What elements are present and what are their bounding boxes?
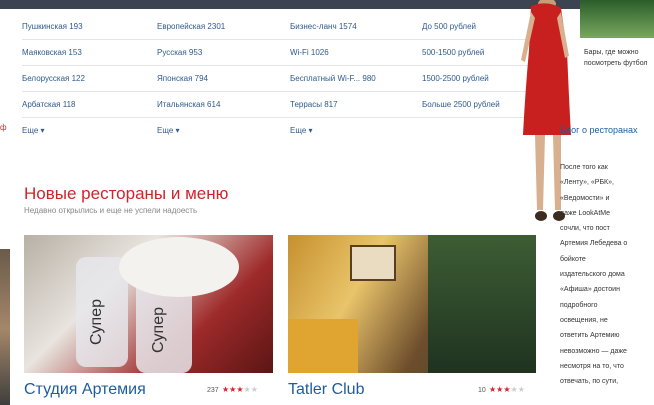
more-cuisine-link[interactable]: Еще ▾ bbox=[157, 126, 180, 135]
chevron-down-icon: ▾ bbox=[40, 126, 45, 135]
filter-row: Пушкинская 193 Европейская 2301 Бизнес-л… bbox=[22, 14, 532, 40]
filter-price[interactable]: До 500 рублей bbox=[422, 22, 476, 31]
chevron-down-icon: ▾ bbox=[175, 126, 180, 135]
filter-metro[interactable]: Белорусская 122 bbox=[22, 74, 85, 83]
blog-line: подробного bbox=[560, 301, 598, 309]
blog-line: «Ведомости» и bbox=[560, 194, 610, 202]
blog-title[interactable]: Блог о ресторанах bbox=[560, 123, 654, 137]
promo-text[interactable]: Бары, где можно посмотреть футбол bbox=[584, 47, 652, 69]
more-label: Еще bbox=[22, 126, 39, 135]
filter-cuisine[interactable]: Русская 953 bbox=[157, 48, 202, 57]
filter-feature[interactable]: Бесплатный Wi-F... 980 bbox=[290, 74, 376, 83]
rating-stars: ★★★★★ bbox=[222, 385, 258, 394]
chair-shape bbox=[288, 319, 358, 373]
blog-line: Артемия Лебедева о bbox=[560, 240, 628, 248]
star-empty-icon: ★ bbox=[243, 385, 251, 394]
blog-line: ответить Артемию bbox=[560, 332, 620, 340]
new-restaurants-title[interactable]: Новые рестораны и меню bbox=[24, 184, 228, 204]
cut-text: ф bbox=[0, 123, 7, 132]
star-empty-icon: ★ bbox=[510, 385, 518, 394]
filter-cuisine[interactable]: Итальянская 614 bbox=[157, 100, 220, 109]
left-edge-cut: ф bbox=[0, 9, 14, 405]
card-image-studiya-artemiya[interactable]: Супер Супер bbox=[24, 235, 273, 373]
left-photo-fragment bbox=[0, 249, 10, 405]
filter-price[interactable]: Больше 2500 рублей bbox=[422, 100, 500, 109]
filter-metro[interactable]: Маяковская 153 bbox=[22, 48, 82, 57]
blog-line: бойкоте bbox=[560, 255, 586, 263]
blog-line: «Ленту», «РБК», bbox=[560, 179, 614, 187]
blog-excerpt: После того как «Ленту», «РБК», «Ведомост… bbox=[560, 160, 654, 389]
more-metro-link[interactable]: Еще ▾ bbox=[22, 126, 45, 135]
review-count: 237 bbox=[207, 387, 219, 394]
glass-label: Супер bbox=[88, 298, 106, 346]
blog-line: даже LookAtMe bbox=[560, 209, 611, 217]
filter-feature[interactable]: Бизнес-ланч 1574 bbox=[290, 22, 357, 31]
filter-price[interactable]: 1500-2500 рублей bbox=[422, 74, 489, 83]
filter-row: Белорусская 122 Японская 794 Бесплатный … bbox=[22, 66, 532, 92]
blog-line: невозможно — даже bbox=[560, 347, 627, 355]
filter-metro[interactable]: Арбатская 118 bbox=[22, 100, 75, 109]
review-count: 10 bbox=[478, 387, 486, 394]
star-filled-icon: ★ bbox=[236, 385, 244, 394]
filter-cuisine[interactable]: Европейская 2301 bbox=[157, 22, 225, 31]
blog-line: «Афиша» достоин bbox=[560, 286, 620, 294]
card-title[interactable]: Студия Артемия bbox=[24, 381, 146, 399]
glass-label: Супер bbox=[150, 306, 168, 354]
blog-line: освещения, не bbox=[560, 316, 608, 324]
blog-line: После того как bbox=[560, 164, 608, 171]
more-row: Еще ▾ Еще ▾ Еще ▾ bbox=[22, 118, 532, 148]
blog-line: несмотря на то, что bbox=[560, 362, 624, 370]
plate-shape bbox=[119, 237, 239, 297]
new-restaurants-subtitle: Недавно открылись и еще не успели надоес… bbox=[24, 206, 198, 215]
promo-image[interactable] bbox=[580, 0, 654, 38]
filter-row: Арбатская 118 Итальянская 614 Террасы 81… bbox=[22, 92, 532, 118]
more-label: Еще bbox=[290, 126, 307, 135]
rating-stars: ★★★★★ bbox=[489, 385, 525, 394]
filter-feature[interactable]: Wi-Fi 1026 bbox=[290, 48, 329, 57]
blog-line: отвечать, по сути, bbox=[560, 378, 619, 386]
more-label: Еще bbox=[157, 126, 174, 135]
filter-feature[interactable]: Террасы 817 bbox=[290, 100, 338, 109]
card-image-tatler-club[interactable] bbox=[288, 235, 536, 373]
filter-cuisine[interactable]: Японская 794 bbox=[157, 74, 208, 83]
chevron-down-icon: ▾ bbox=[308, 126, 313, 135]
star-empty-icon: ★ bbox=[250, 385, 258, 394]
card-title[interactable]: Tatler Club bbox=[288, 381, 364, 399]
plant-shape bbox=[428, 235, 536, 373]
filter-price[interactable]: 500-1500 рублей bbox=[422, 48, 484, 57]
wall-picture bbox=[350, 245, 396, 281]
star-empty-icon: ★ bbox=[517, 385, 525, 394]
more-feature-link[interactable]: Еще ▾ bbox=[290, 126, 313, 135]
star-filled-icon: ★ bbox=[503, 385, 511, 394]
blog-line: сочли, что пост bbox=[560, 225, 610, 233]
blog-line: издательского дома bbox=[560, 271, 625, 279]
filter-row: Маяковская 153 Русская 953 Wi-Fi 1026 50… bbox=[22, 40, 532, 66]
filter-metro[interactable]: Пушкинская 193 bbox=[22, 22, 83, 31]
